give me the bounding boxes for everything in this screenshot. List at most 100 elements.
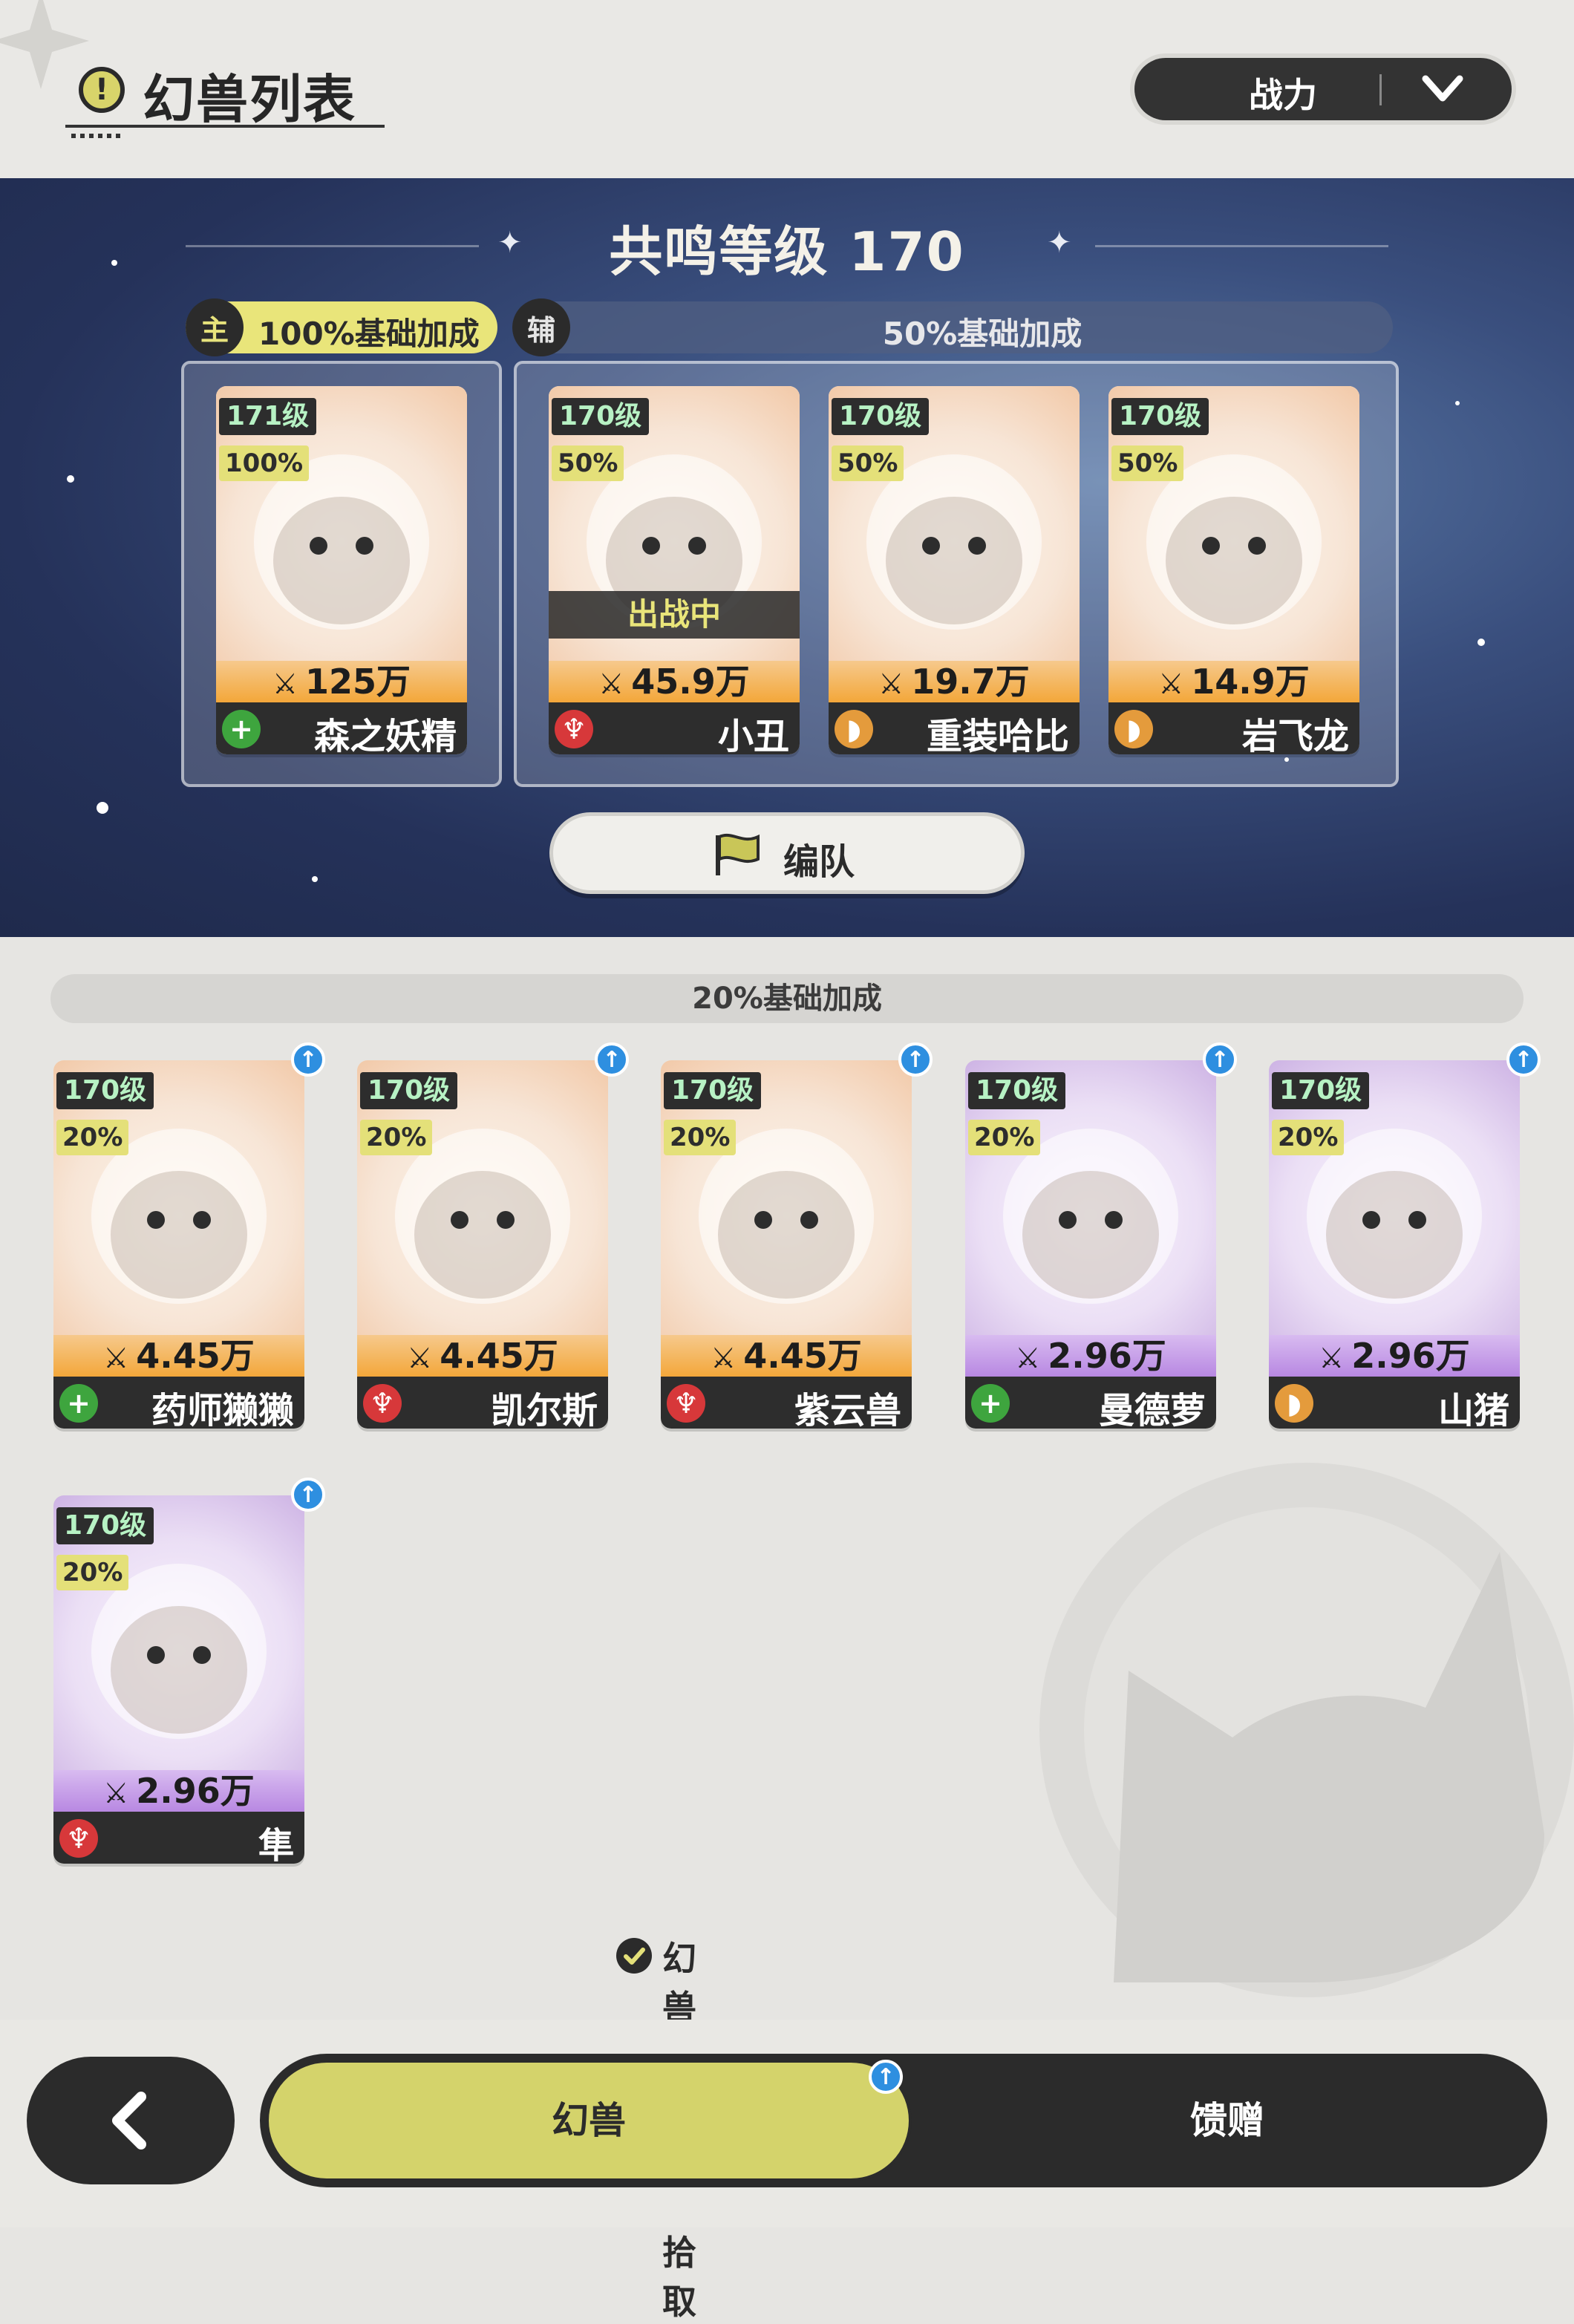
beast-card[interactable]: 170级 50% 出战中 ⚔ 45.9万 ♆ 小丑 <box>549 386 800 754</box>
chevron-left-icon <box>112 2092 146 2150</box>
beast-level: 170级 <box>664 1072 762 1109</box>
beast-power-value: 14.9万 <box>1191 662 1310 702</box>
sword-icon: ♆ <box>363 1384 402 1423</box>
beast-power: ⚔ 19.7万 <box>829 661 1080 702</box>
beast-power: ⚔ 2.96万 <box>53 1770 304 1812</box>
main-bonus-label: 100%基础加成 <box>258 316 480 352</box>
beast-bonus-percent: 20% <box>360 1120 433 1155</box>
crossed-swords-icon: ⚔ <box>272 668 298 700</box>
sparkle-icon: ✦ <box>1047 226 1072 260</box>
shield-icon: ◗ <box>1275 1384 1313 1423</box>
back-button[interactable] <box>27 2057 235 2184</box>
arrow-up-icon[interactable]: ↑ <box>291 1042 325 1077</box>
beast-power-value: 4.45万 <box>136 1336 255 1376</box>
beast-card[interactable]: 170级 20% ⚔ 4.45万 + 药师獭獭 <box>53 1060 304 1429</box>
beast-name-bar: ♆ 紫云兽 <box>661 1377 912 1429</box>
arrow-up-icon[interactable]: ↑ <box>1203 1042 1237 1077</box>
beast-level: 170级 <box>968 1072 1066 1109</box>
beast-name-bar: ◗ 山猪 <box>1269 1377 1520 1429</box>
beast-name: 药师獭獭 <box>151 1390 294 1429</box>
beast-bonus-percent: 20% <box>1272 1120 1345 1155</box>
beast-bonus-percent: 100% <box>219 445 310 481</box>
beast-power: ⚔ 125万 <box>216 661 467 702</box>
arrow-up-icon[interactable]: ↑ <box>1506 1042 1541 1077</box>
arrow-up-icon[interactable]: ↑ <box>898 1042 933 1077</box>
tab-beasts[interactable]: 幻兽 <box>266 2060 912 2181</box>
beast-card[interactable]: 170级 20% ⚔ 4.45万 ♆ 凯尔斯 <box>357 1060 608 1429</box>
beast-card[interactable]: 170级 50% ⚔ 19.7万 ◗ 重装哈比 <box>829 386 1080 754</box>
header: ! 幻兽列表 战力 <box>0 0 1574 178</box>
beast-card[interactable]: 171级 100% ⚔ 125万 + 森之妖精 <box>216 386 467 754</box>
reserve-bonus-bar: 20%基础加成 <box>50 974 1524 1023</box>
beast-level: 170级 <box>832 398 930 435</box>
title-underline <box>65 125 385 128</box>
beast-level: 170级 <box>1111 398 1209 435</box>
beast-power: ⚔ 4.45万 <box>357 1335 608 1377</box>
beast-power-value: 19.7万 <box>911 662 1030 702</box>
beast-power: ⚔ 14.9万 <box>1108 661 1359 702</box>
beast-power: ⚔ 4.45万 <box>661 1335 912 1377</box>
beast-card[interactable]: 170级 20% ⚔ 2.96万 ◗ 山猪 <box>1269 1060 1520 1429</box>
crossed-swords-icon: ⚔ <box>103 1342 129 1374</box>
cat-watermark-icon <box>1039 1463 1574 1997</box>
shield-icon: ◗ <box>1114 710 1153 748</box>
sword-icon: ♆ <box>59 1819 98 1858</box>
beast-bonus-percent: 20% <box>968 1120 1041 1155</box>
title-line-right <box>1095 245 1388 247</box>
plus-icon: + <box>222 710 261 748</box>
beast-name-bar: + 曼德萝 <box>965 1377 1216 1429</box>
team-formation-label: 编队 <box>783 841 855 883</box>
beast-name: 岩飞龙 <box>1241 716 1349 754</box>
sort-dropdown-label: 战力 <box>1249 75 1317 115</box>
sort-dropdown[interactable]: 战力 <box>1134 58 1512 120</box>
crossed-swords-icon: ⚔ <box>1015 1342 1041 1374</box>
beast-power-value: 4.45万 <box>440 1336 558 1376</box>
sword-icon: ♆ <box>555 710 593 748</box>
beast-power-value: 45.9万 <box>631 662 750 702</box>
crossed-swords-icon: ⚔ <box>1319 1342 1345 1374</box>
beast-bonus-percent: 50% <box>832 445 904 481</box>
beast-name-bar: ◗ 重装哈比 <box>829 702 1080 754</box>
beast-power-value: 2.96万 <box>136 1771 255 1811</box>
beast-power: ⚔ 4.45万 <box>53 1335 304 1377</box>
beast-level: 171级 <box>219 398 317 435</box>
beast-card[interactable]: 170级 20% ⚔ 4.45万 ♆ 紫云兽 <box>661 1060 912 1429</box>
shield-icon: ◗ <box>835 710 873 748</box>
beast-level: 170级 <box>56 1507 154 1544</box>
beast-name: 曼德萝 <box>1098 1390 1206 1429</box>
beast-name: 小丑 <box>717 716 789 754</box>
plus-icon: + <box>59 1384 98 1423</box>
beast-name-bar: ♆ 凯尔斯 <box>357 1377 608 1429</box>
crossed-swords-icon: ⚔ <box>598 668 624 700</box>
beast-bonus-percent: 50% <box>1111 445 1184 481</box>
beast-name: 隼 <box>258 1825 294 1864</box>
beast-bonus-percent: 50% <box>552 445 624 481</box>
chevron-down-icon <box>1422 75 1463 102</box>
team-formation-button[interactable]: 编队 <box>549 812 1025 894</box>
arrow-up-icon[interactable]: ↑ <box>595 1042 629 1077</box>
arrow-up-icon: ↑ <box>869 2060 903 2094</box>
beast-level: 170级 <box>552 398 650 435</box>
tab-gifts[interactable]: 馈赠 <box>912 2060 1543 2181</box>
alert-icon: ! <box>79 67 125 113</box>
crossed-swords-icon: ⚔ <box>103 1777 129 1809</box>
beast-power-value: 2.96万 <box>1048 1336 1166 1376</box>
sort-divider <box>1379 74 1382 105</box>
beast-card[interactable]: 170级 50% ⚔ 14.9万 ◗ 岩飞龙 <box>1108 386 1359 754</box>
beast-name-bar: ◗ 岩飞龙 <box>1108 702 1359 754</box>
arrow-up-icon[interactable]: ↑ <box>291 1478 325 1512</box>
beast-power: ⚔ 2.96万 <box>965 1335 1216 1377</box>
beast-bonus-percent: 20% <box>56 1555 129 1590</box>
beast-name: 重装哈比 <box>926 716 1069 754</box>
sword-icon: ♆ <box>667 1384 705 1423</box>
beast-level: 170级 <box>360 1072 458 1109</box>
beast-power: ⚔ 45.9万 <box>549 661 800 702</box>
beast-card[interactable]: 170级 20% ⚔ 2.96万 + 曼德萝 <box>965 1060 1216 1429</box>
beast-name-bar: ♆ 隼 <box>53 1812 304 1864</box>
star-dot <box>97 802 108 814</box>
beast-power-value: 4.45万 <box>743 1336 862 1376</box>
star-dot <box>1477 639 1485 646</box>
plus-icon: + <box>971 1384 1010 1423</box>
beast-card[interactable]: 170级 20% ⚔ 2.96万 ♆ 隼 <box>53 1495 304 1864</box>
checkmark-icon <box>616 1938 652 1974</box>
